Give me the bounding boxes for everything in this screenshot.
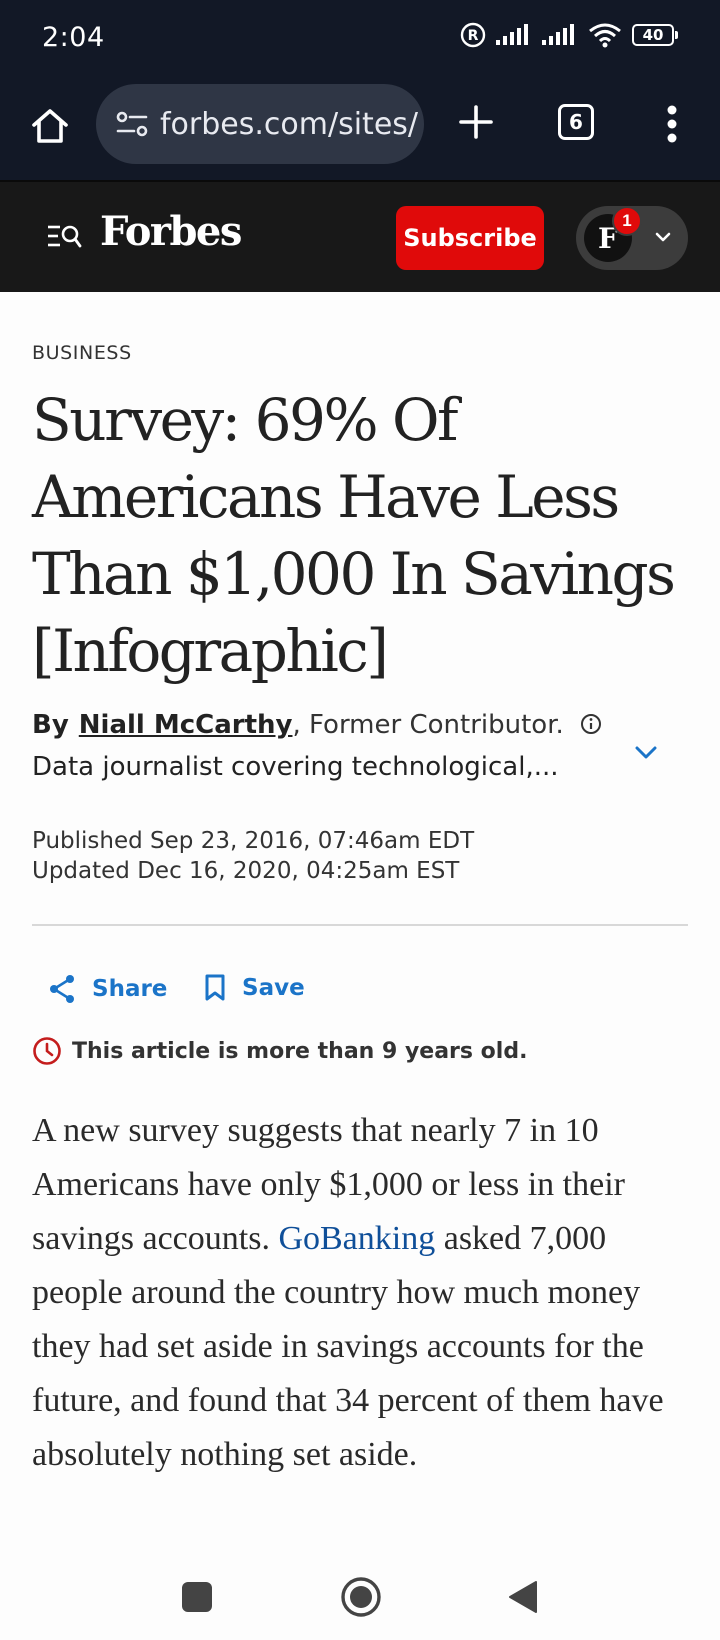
address-bar[interactable]: forbes.com/sites/ [96,84,424,164]
status-time: 2:04 [42,22,105,53]
site-settings-icon[interactable] [114,106,150,142]
back-nav-button[interactable] [506,1580,538,1614]
published-date: Published Sep 23, 2016, 07:46am EDT [32,828,475,854]
home-icon [32,109,68,143]
site-header: Forbes Subscribe F 1 [0,180,720,292]
subscribe-button[interactable]: Subscribe [396,206,544,270]
share-label: Share [92,976,168,1002]
chevron-down-icon [655,232,671,242]
signal-icon [542,24,574,45]
browser-menu-button[interactable] [652,100,692,148]
share-icon [50,975,74,1003]
updated-date: Updated Dec 16, 2020, 04:25am EST [32,858,460,884]
body-text-part: asked 7,000 people around the country ho… [32,1220,664,1473]
section-label[interactable]: BUSINESS [32,342,132,364]
article-body-paragraph: A new survey suggests that nearly 7 in 1… [32,1104,692,1482]
forbes-logo[interactable]: Forbes [100,208,242,255]
home-nav-button[interactable] [340,1576,382,1618]
battery-level: 40 [632,24,674,46]
signal-icon [496,24,528,45]
chevron-down-icon[interactable] [632,738,660,766]
menu-search-button[interactable] [46,222,82,252]
author-bio: Data journalist covering technological,.… [32,752,559,782]
author-link[interactable]: Niall McCarthy [79,710,293,740]
plus-icon [459,105,493,139]
more-vert-icon [667,105,677,143]
wifi-icon [589,23,621,48]
age-notice-text: This article is more than 9 years old. [72,1038,528,1064]
notification-badge: 1 [612,206,642,236]
byline: By Niall McCarthy, Former Contributor. [32,710,632,740]
system-nav-bar [0,1560,720,1640]
home-button[interactable] [26,102,74,150]
article-age-notice: This article is more than 9 years old. [32,1036,527,1066]
tab-switcher-button[interactable]: 6 [558,104,594,140]
clock-icon [33,1037,61,1065]
status-icons: R 40 [460,22,678,48]
registered-icon: R [460,22,486,48]
bookmark-icon [205,974,225,1001]
recent-apps-button[interactable] [182,1582,212,1612]
status-bar: 2:04 R 40 [0,0,720,78]
url-text: forbes.com/sites/ [160,106,419,142]
divider [32,924,688,926]
save-label: Save [242,975,305,1001]
account-menu-button[interactable]: F 1 [576,206,688,270]
new-tab-button[interactable] [452,98,500,146]
browser-toolbar: forbes.com/sites/ 6 [0,78,720,180]
svg-text:R: R [468,28,479,44]
share-button[interactable]: Share [48,974,167,1004]
gobanking-link[interactable]: GoBanking [278,1220,435,1257]
battery-icon: 40 [632,24,678,46]
author-role: , Former Contributor. [292,710,564,740]
by-label: By [32,710,69,740]
info-icon[interactable] [580,713,602,735]
menu-search-icon [48,225,82,248]
save-button[interactable]: Save [204,974,305,1002]
article-headline: Survey: 69% Of Americans Have Less Than … [32,386,676,685]
